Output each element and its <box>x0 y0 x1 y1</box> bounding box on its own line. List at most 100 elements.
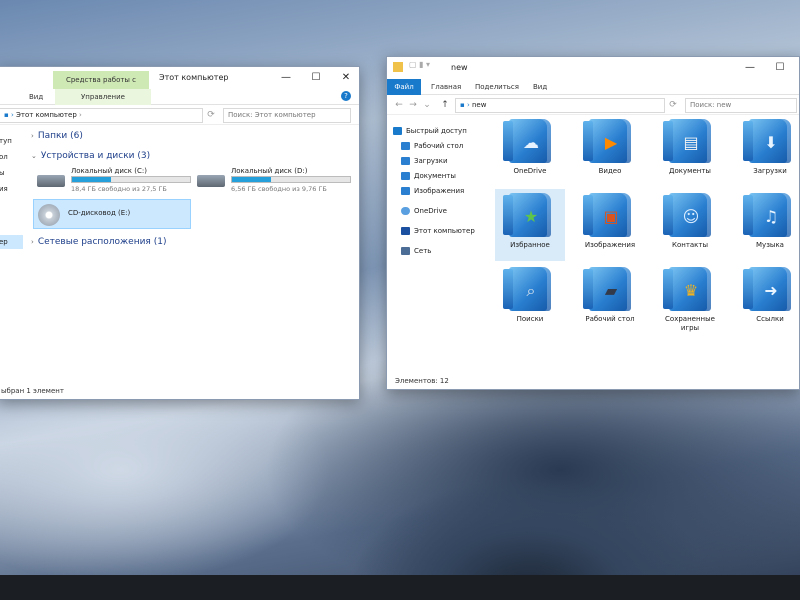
search-input[interactable]: Поиск: Этот компьютер <box>223 108 351 123</box>
download-icon: ⬇ <box>764 133 778 152</box>
trophy-icon: ♛ <box>683 281 699 300</box>
address-bar[interactable]: ▪ › new <box>455 98 665 113</box>
cloud-icon <box>401 207 410 215</box>
address-bar[interactable]: ▪ › Этот компьютер › <box>0 108 203 123</box>
address-row: ← → ⌄ ↑ ▪ › new ⟳ Поиск: new <box>387 95 799 115</box>
computer-icon <box>401 227 410 235</box>
folder-saved-games[interactable]: ♛ Сохраненные игры <box>655 263 725 335</box>
nav-fragment[interactable]: ол <box>0 150 8 164</box>
recent-dropdown[interactable]: ⌄ <box>421 98 433 112</box>
nav-fragment[interactable]: туп <box>0 134 12 148</box>
folder-desktop[interactable]: ▰ Рабочий стол <box>575 263 645 335</box>
cloud-icon: ☁ <box>523 133 539 152</box>
explorer-window-this-pc[interactable]: Средства работы с дисками Этот компьютер… <box>0 66 360 400</box>
tab-home[interactable]: Главная <box>425 79 467 95</box>
nav-desktop[interactable]: Рабочий стол <box>401 139 463 153</box>
tab-view[interactable]: Вид <box>527 79 553 95</box>
chevron-right-icon: › <box>31 132 34 140</box>
ribbon-tabs: Вид Управление ? <box>0 89 359 105</box>
play-icon: ▶ <box>604 133 618 152</box>
cd-drive-icon <box>38 204 60 226</box>
address-row: ▪ › Этот компьютер › ⟳ Поиск: Этот компь… <box>0 105 359 125</box>
folder-icon: ▪ › <box>460 101 472 109</box>
chevron-right-icon: › <box>31 238 34 246</box>
tab-file[interactable]: Файл <box>387 79 421 95</box>
wallpaper-wave <box>330 390 800 580</box>
back-button[interactable]: ← <box>393 98 405 112</box>
folder-onedrive[interactable]: ☁ OneDrive <box>495 115 565 187</box>
up-button[interactable]: ↑ <box>439 98 451 112</box>
window-title: Этот компьютер <box>159 73 229 82</box>
folder-contacts[interactable]: ☺ Контакты <box>655 189 725 261</box>
title-bar[interactable]: ▢ ▮ ▾ new — ☐ <box>387 57 799 79</box>
content-pane: › Папки (6) ⌄ Устройства и диски (3) Локал… <box>29 125 355 383</box>
quick-access-toolbar[interactable]: ▢ ▮ ▾ <box>409 60 430 69</box>
drive-c[interactable]: Локальный диск (C:) 18,4 ГБ свободно из … <box>37 167 197 193</box>
title-bar[interactable]: Средства работы с дисками Этот компьютер… <box>0 67 359 102</box>
drive-c-usage-bar <box>71 176 191 183</box>
tab-manage[interactable]: Управление <box>55 89 151 105</box>
nav-network[interactable]: Сеть <box>401 244 431 258</box>
window-title: new <box>451 63 468 72</box>
hard-drive-icon <box>37 175 65 187</box>
navigation-pane: туп ол ы ия ер <box>0 125 23 385</box>
contacts-icon: ☺ <box>682 207 700 226</box>
maximize-button[interactable]: ☐ <box>301 67 331 89</box>
folder-icon <box>393 62 403 72</box>
refresh-icon[interactable]: ⟳ <box>667 98 679 112</box>
star-icon <box>393 127 402 135</box>
folder-music[interactable]: ♫ Музыка <box>735 189 799 261</box>
section-folders[interactable]: › Папки (6) <box>31 131 83 141</box>
context-tab-disk-tools[interactable]: Средства работы с дисками <box>53 71 149 102</box>
help-icon[interactable]: ? <box>341 91 351 101</box>
drive-d[interactable]: Локальный диск (D:) 6,56 ГБ свободно из … <box>197 167 357 193</box>
folder-pictures[interactable]: ▣ Изображения <box>575 189 645 261</box>
refresh-icon[interactable]: ⟳ <box>205 108 217 122</box>
tab-share[interactable]: Поделиться <box>469 79 525 95</box>
link-arrow-icon: ➜ <box>764 281 778 300</box>
close-button[interactable]: ✕ <box>331 67 359 89</box>
nav-fragment[interactable]: ы <box>0 166 5 180</box>
nav-documents[interactable]: Документы <box>401 169 456 183</box>
nav-this-pc[interactable]: Этот компьютер <box>401 224 475 238</box>
music-icon: ♫ <box>763 207 779 226</box>
desktop-icon: ▰ <box>604 281 618 300</box>
desktop-icon <box>401 142 410 150</box>
nav-onedrive[interactable]: OneDrive <box>401 204 447 218</box>
folder-downloads[interactable]: ⬇ Загрузки <box>735 115 799 187</box>
minimize-button[interactable]: — <box>271 67 301 89</box>
folder-video[interactable]: ▶ Видео <box>575 115 645 187</box>
folder-links[interactable]: ➜ Ссылки <box>735 263 799 335</box>
network-icon <box>401 247 410 255</box>
status-bar: Элементов: 12 <box>387 373 799 389</box>
image-icon <box>401 187 410 195</box>
nav-downloads[interactable]: Загрузки <box>401 154 448 168</box>
search-input[interactable]: Поиск: new <box>685 98 797 113</box>
nav-fragment-selected[interactable]: ер <box>0 235 23 249</box>
image-icon: ▣ <box>603 207 619 226</box>
forward-button[interactable]: → <box>407 98 419 112</box>
status-bar: ыбран 1 элемент <box>0 383 359 399</box>
explorer-window-new[interactable]: ▢ ▮ ▾ new — ☐ Файл Главная Поделиться Ви… <box>386 56 800 390</box>
drive-e-selected[interactable]: CD-дисковод (E:) <box>33 199 191 229</box>
chevron-down-icon: ⌄ <box>31 152 37 160</box>
folder-searches[interactable]: ⌕ Поиски <box>495 263 565 335</box>
ribbon-tabs: Файл Главная Поделиться Вид <box>387 79 799 95</box>
section-network[interactable]: › Сетевые расположения (1) <box>31 237 166 247</box>
hard-drive-icon <box>197 175 225 187</box>
content-pane: ☁ OneDrive ▶ Видео ▤ Документы ⬇ Загрузки ★ И… <box>487 115 799 373</box>
star-icon: ★ <box>523 207 539 226</box>
section-devices[interactable]: ⌄ Устройства и диски (3) <box>31 151 150 161</box>
minimize-button[interactable]: — <box>735 57 765 79</box>
taskbar[interactable] <box>0 575 800 600</box>
drive-d-usage-bar <box>231 176 351 183</box>
tab-view[interactable]: Вид <box>23 89 49 105</box>
maximize-button[interactable]: ☐ <box>765 57 795 79</box>
document-icon <box>401 172 410 180</box>
nav-pictures[interactable]: Изображения <box>401 184 464 198</box>
folder-documents[interactable]: ▤ Документы <box>655 115 725 187</box>
folder-favorites[interactable]: ★ Избранное <box>495 189 565 261</box>
nav-quick-access[interactable]: Быстрый доступ <box>393 124 467 138</box>
document-icon: ▤ <box>683 133 699 152</box>
nav-fragment[interactable]: ия <box>0 182 8 196</box>
